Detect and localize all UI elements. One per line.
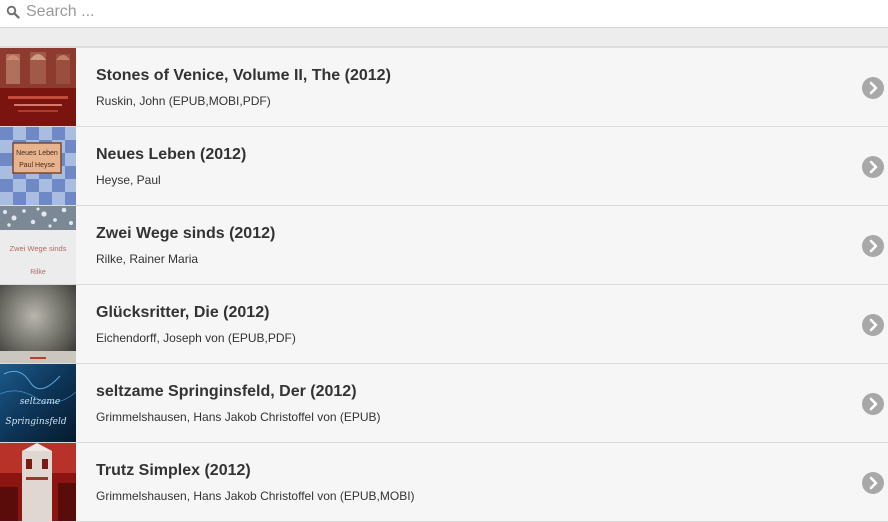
cover-subtitle-text: Springinsfeld [5, 417, 66, 427]
book-author: Ruskin, John (EPUB,MOBI,PDF) [96, 94, 271, 108]
book-cover [0, 48, 76, 126]
book-title: seltzame Springinsfeld, Der (2012) [96, 383, 357, 400]
list-item[interactable]: Stones of Venice, Volume II, The (2012) … [0, 48, 888, 127]
cover-title-text: seltzame [20, 397, 60, 407]
chevron-right-icon[interactable] [862, 156, 884, 178]
list-item[interactable]: Neues Leben Paul Heyse Neues Leben (2012… [0, 127, 888, 206]
book-list: Stones of Venice, Volume II, The (2012) … [0, 46, 888, 522]
chevron-right-icon[interactable] [862, 77, 884, 99]
list-item[interactable]: Trutz Simplex (2012) Grimmelshausen, Han… [0, 443, 888, 522]
search-bar [0, 0, 888, 28]
book-author: Grimmelshausen, Hans Jakob Christoffel v… [96, 410, 381, 424]
book-cover: Neues Leben Paul Heyse [0, 127, 76, 205]
list-item[interactable]: Zwei Wege sinds Rilke Zwei Wege sinds (2… [0, 206, 888, 285]
book-cover: seltzame Springinsfeld [0, 364, 76, 442]
chevron-right-icon[interactable] [862, 235, 884, 257]
list-item[interactable]: seltzame Springinsfeld seltzame Springin… [0, 364, 888, 443]
book-title: Glücksritter, Die (2012) [96, 304, 270, 321]
book-author: Rilke, Rainer Maria [96, 252, 199, 266]
book-title: Stones of Venice, Volume II, The (2012) [96, 67, 391, 84]
book-cover [0, 443, 76, 521]
cover-title-text: Zwei Wege sinds [10, 244, 67, 253]
cover-title-text: Neues Leben [16, 150, 58, 157]
search-icon [6, 5, 20, 19]
book-cover: Zwei Wege sinds Rilke [0, 206, 76, 284]
chevron-right-icon[interactable] [862, 314, 884, 336]
chevron-right-icon[interactable] [862, 393, 884, 415]
chevron-right-icon[interactable] [862, 472, 884, 494]
list-item[interactable]: Glücksritter, Die (2012) Eichendorff, Jo… [0, 285, 888, 364]
cover-author-text: Paul Heyse [19, 162, 55, 169]
book-author: Heyse, Paul [96, 173, 161, 187]
book-author: Eichendorff, Joseph von (EPUB,PDF) [96, 331, 296, 345]
book-author: Grimmelshausen, Hans Jakob Christoffel v… [96, 489, 415, 503]
book-cover [0, 285, 76, 363]
search-input[interactable] [26, 0, 866, 24]
book-title: Neues Leben (2012) [96, 146, 247, 163]
book-title: Zwei Wege sinds (2012) [96, 225, 276, 242]
cover-author-text: Rilke [30, 269, 46, 276]
book-title: Trutz Simplex (2012) [96, 462, 251, 479]
